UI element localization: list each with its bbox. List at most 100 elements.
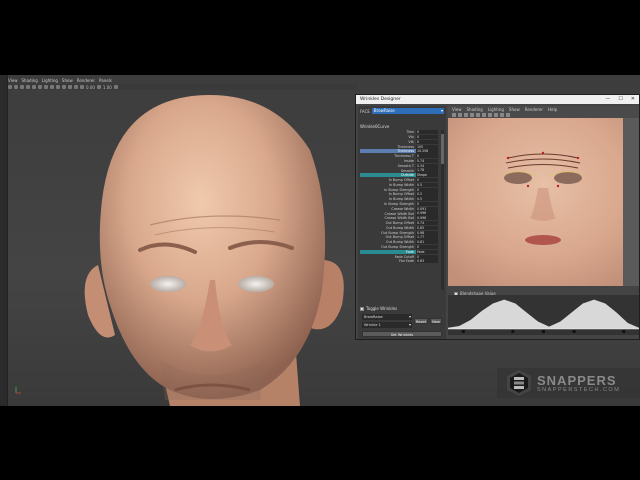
camera-icon[interactable] bbox=[14, 85, 18, 89]
xray-icon[interactable] bbox=[56, 85, 60, 89]
attribute-value-field[interactable]: 0 bbox=[416, 244, 438, 250]
attribute-row[interactable]: Fan Fade 0.83 bbox=[360, 259, 444, 264]
select-icon[interactable] bbox=[8, 85, 12, 89]
blendshape-curve-graph[interactable] bbox=[448, 295, 639, 335]
gamma-value[interactable]: 1.00 bbox=[103, 85, 112, 90]
menu-panels[interactable]: Panels bbox=[99, 78, 112, 83]
attribute-value-field[interactable]: 0.34 bbox=[416, 163, 438, 168]
menu-lighting[interactable]: Lighting bbox=[42, 78, 58, 83]
tex-menu-show[interactable]: Show bbox=[509, 107, 520, 112]
attribute-value-field[interactable]: 0 bbox=[416, 187, 438, 192]
ao-icon[interactable] bbox=[68, 85, 72, 89]
attribute-value-field[interactable]: 0.98 bbox=[416, 230, 438, 235]
toggle-wrinkles-row[interactable]: Toggle Wrinkles bbox=[360, 306, 397, 311]
attribute-row[interactable]: Tilex 0 bbox=[360, 130, 444, 135]
shadow-icon[interactable] bbox=[50, 85, 54, 89]
tex-texture-icon[interactable] bbox=[482, 113, 486, 117]
attribute-row[interactable]: In Bump Width 0.5 bbox=[360, 197, 444, 202]
attribute-row[interactable]: In Bump Strength 0 bbox=[360, 201, 444, 207]
attribute-value-field[interactable]: 0.74 bbox=[416, 158, 438, 164]
grid-icon[interactable] bbox=[20, 85, 24, 89]
unwrapped-face-texture[interactable] bbox=[448, 118, 639, 286]
attribute-row[interactable]: In Bump Strength 0 bbox=[360, 187, 444, 192]
attribute-row[interactable]: Inside 0.74 bbox=[360, 158, 444, 164]
attribute-value-field[interactable]: 0.091 bbox=[416, 206, 438, 211]
attribute-row[interactable]: Crease Width Bot 0.996 bbox=[360, 216, 444, 221]
attribute-value-field[interactable]: 0 bbox=[416, 134, 438, 140]
attribute-value-field[interactable]: 0.5 bbox=[416, 182, 438, 187]
tex-menu-shading[interactable]: Shading bbox=[467, 107, 483, 112]
attribute-value-field[interactable]: 0.74 bbox=[416, 221, 438, 226]
attribute-row[interactable]: Smooth 1.78 bbox=[360, 168, 444, 173]
texture-icon[interactable] bbox=[38, 85, 42, 89]
set-wrinkles-button[interactable]: Set Wrinkles bbox=[362, 331, 442, 337]
attribute-row[interactable]: Thickness T0 bbox=[360, 154, 444, 159]
attribute-value-field[interactable]: 0.83 bbox=[416, 259, 438, 264]
attribute-value-field[interactable]: 0 bbox=[416, 254, 438, 259]
menu-view[interactable]: View bbox=[8, 78, 18, 83]
tex-wire-icon[interactable] bbox=[470, 113, 474, 117]
tex-menu-lighting[interactable]: Lighting bbox=[488, 107, 504, 112]
attribute-value-field[interactable]: 105 bbox=[416, 144, 438, 149]
face-shape-select[interactable]: BrowRaise bbox=[362, 314, 412, 320]
attribute-value-field[interactable]: 1.77 bbox=[416, 235, 438, 240]
attribute-value-field[interactable]: 0 bbox=[416, 139, 438, 144]
attribute-value-field[interactable]: Shape bbox=[416, 173, 438, 178]
attribute-row[interactable]: Out Bump Width 0.85 bbox=[360, 225, 444, 231]
attribute-row[interactable]: Out Bump Offset 1.77 bbox=[360, 235, 444, 240]
gamma-icon[interactable] bbox=[96, 85, 101, 89]
tex-menu-renderer[interactable]: Renderer bbox=[525, 107, 543, 112]
wireframe-icon[interactable] bbox=[26, 85, 30, 89]
aa-icon[interactable] bbox=[74, 85, 78, 89]
attribute-value-field[interactable]: 10.256 bbox=[416, 149, 438, 154]
tex-isolate-icon[interactable] bbox=[500, 113, 504, 117]
maximize-icon[interactable]: ☐ bbox=[618, 96, 622, 102]
toggle-wrinkles-checkbox[interactable] bbox=[360, 306, 364, 311]
attribute-row[interactable]: Crease Width Bot 0.996 bbox=[360, 211, 444, 216]
attribute-row[interactable]: In Bump Width 0.5 bbox=[360, 182, 444, 188]
menu-show[interactable]: Show bbox=[62, 78, 73, 83]
attribute-value-field[interactable]: 0 bbox=[416, 130, 438, 135]
dof-icon[interactable] bbox=[80, 85, 84, 89]
attribute-row[interactable]: Smooth T 0.34 bbox=[360, 163, 444, 168]
attribute-row[interactable]: Vtk 0 bbox=[360, 139, 444, 145]
attribute-row[interactable]: Thickness 105 bbox=[360, 144, 444, 149]
attribute-row[interactable]: Fade Cutoff 0 bbox=[360, 254, 444, 259]
attribute-value-field[interactable]: 0.5 bbox=[416, 197, 438, 202]
tex-snap-icon[interactable] bbox=[506, 113, 510, 117]
attribute-row[interactable]: Out Bump Width 0.81 bbox=[360, 240, 444, 245]
menu-renderer[interactable]: Renderer bbox=[77, 78, 95, 83]
tex-shade-icon[interactable] bbox=[476, 113, 480, 117]
isolate-icon[interactable] bbox=[62, 85, 66, 89]
attribute-row[interactable]: Crease Width 0.091 bbox=[360, 206, 444, 212]
attribute-value-field[interactable]: 0.996 bbox=[416, 216, 438, 221]
attribute-value-field[interactable]: 0 bbox=[416, 201, 438, 207]
shaded-icon[interactable] bbox=[32, 85, 36, 89]
color-mgmt-icon[interactable] bbox=[113, 85, 118, 89]
attribute-row[interactable]: Out Bump Strength 0 bbox=[360, 244, 444, 250]
attribute-row[interactable]: Out Bump Strength 0.98 bbox=[360, 230, 444, 235]
window-titlebar[interactable]: Wrinkles Designer — ☐ ✕ bbox=[356, 95, 639, 104]
close-icon[interactable]: ✕ bbox=[631, 96, 635, 102]
minimize-icon[interactable]: — bbox=[605, 96, 610, 102]
attribute-row[interactable]: Out Bump Offset 0.74 bbox=[360, 221, 444, 226]
attribute-value-field[interactable]: 0 bbox=[416, 178, 438, 183]
tex-menu-view[interactable]: View bbox=[452, 107, 462, 112]
attribute-row[interactable]: Outside Shape bbox=[360, 173, 444, 178]
attribute-value-field[interactable]: 0 bbox=[416, 154, 438, 159]
attribute-value-field[interactable]: 1.78 bbox=[416, 168, 438, 173]
attribute-row[interactable]: Fade Fade bbox=[360, 249, 444, 255]
reset-button[interactable]: Reset bbox=[414, 318, 428, 324]
attribute-row[interactable]: In Bump Offset 0 bbox=[360, 178, 444, 183]
attribute-value-field[interactable]: 0.81 bbox=[416, 240, 438, 245]
new-button[interactable]: New bbox=[430, 318, 442, 324]
light-icon[interactable] bbox=[44, 85, 48, 89]
attribute-value-field[interactable]: 0.2 bbox=[416, 192, 438, 197]
tex-menu-help[interactable]: Help bbox=[548, 107, 557, 112]
exposure-value[interactable]: 0.00 bbox=[86, 85, 95, 90]
attribute-row[interactable]: In Bump Offset 0.2 bbox=[360, 192, 444, 197]
wrinkle-select[interactable]: Wrinkle 1 bbox=[362, 322, 412, 328]
attribute-row[interactable]: Vtx 0 bbox=[360, 134, 444, 140]
face-dropdown[interactable]: BrowRaise bbox=[371, 108, 444, 114]
tex-light-icon[interactable] bbox=[488, 113, 492, 117]
